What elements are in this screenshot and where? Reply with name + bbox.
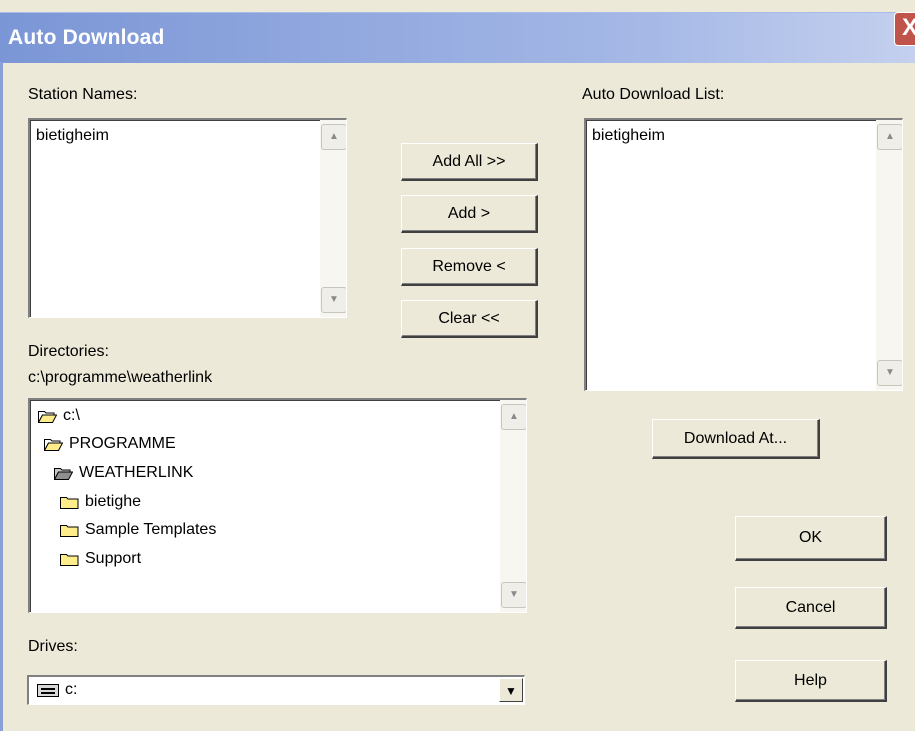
folder-icon: [60, 524, 79, 537]
scrollbar[interactable]: ▲ ▼: [500, 400, 526, 612]
clear-button[interactable]: Clear <<: [401, 300, 538, 338]
add-all-button[interactable]: Add All >>: [401, 143, 538, 181]
scroll-down-icon[interactable]: ▼: [877, 360, 902, 386]
drives-label: Drives:: [28, 638, 78, 655]
window-frame: [0, 62, 3, 731]
directory-path: c:\programme\weatherlink: [28, 369, 213, 386]
scroll-up-icon[interactable]: ▲: [321, 124, 346, 150]
scroll-up-icon[interactable]: ▲: [501, 404, 526, 430]
drive-icon: [37, 684, 59, 697]
tree-item-programme[interactable]: PROGRAMME: [44, 435, 176, 453]
directory-tree[interactable]: c:\ PROGRAMME WEATHERLINK bietighe Sampl…: [28, 398, 527, 613]
auto-download-list[interactable]: bietigheim ▲ ▼: [584, 118, 903, 391]
directories-label: Directories:: [28, 343, 109, 360]
cancel-button[interactable]: Cancel: [735, 587, 887, 629]
auto-download-list-label: Auto Download List:: [582, 86, 725, 103]
close-icon: X: [901, 14, 915, 41]
tree-item-c-root[interactable]: c:\: [38, 407, 80, 425]
tree-item-weatherlink[interactable]: WEATHERLINK: [54, 464, 193, 482]
close-button[interactable]: X: [894, 12, 915, 46]
drives-selected-value: c:: [65, 681, 78, 698]
scroll-down-icon[interactable]: ▼: [501, 582, 526, 608]
help-button[interactable]: Help: [735, 660, 887, 702]
download-at-button[interactable]: Download At...: [652, 419, 820, 459]
scroll-up-icon[interactable]: ▲: [877, 124, 902, 150]
window-title: Auto Download: [8, 26, 165, 49]
folder-icon: [60, 553, 79, 566]
tree-item-bietighe[interactable]: bietighe: [60, 493, 141, 511]
station-names-list[interactable]: bietigheim ▲ ▼: [28, 118, 347, 318]
list-item[interactable]: bietigheim: [592, 127, 665, 145]
title-bar: Auto Download: [0, 12, 915, 63]
remove-button[interactable]: Remove <: [401, 248, 538, 286]
scroll-down-icon[interactable]: ▼: [321, 287, 346, 313]
folder-icon: [60, 496, 79, 509]
tree-item-support[interactable]: Support: [60, 550, 141, 568]
scrollbar[interactable]: ▲ ▼: [876, 120, 902, 390]
list-item[interactable]: bietigheim: [36, 127, 109, 145]
open-folder-icon: [38, 410, 57, 423]
dropdown-arrow-icon[interactable]: ▼: [499, 678, 523, 702]
ok-button[interactable]: OK: [735, 516, 887, 561]
station-names-label: Station Names:: [28, 86, 138, 103]
tree-item-sample-templates[interactable]: Sample Templates: [60, 521, 216, 539]
scrollbar[interactable]: ▲ ▼: [320, 120, 346, 317]
open-folder-icon: [44, 438, 63, 451]
open-folder-icon: [54, 467, 73, 480]
add-button[interactable]: Add >: [401, 195, 538, 233]
drives-select[interactable]: c: ▼: [27, 675, 525, 705]
